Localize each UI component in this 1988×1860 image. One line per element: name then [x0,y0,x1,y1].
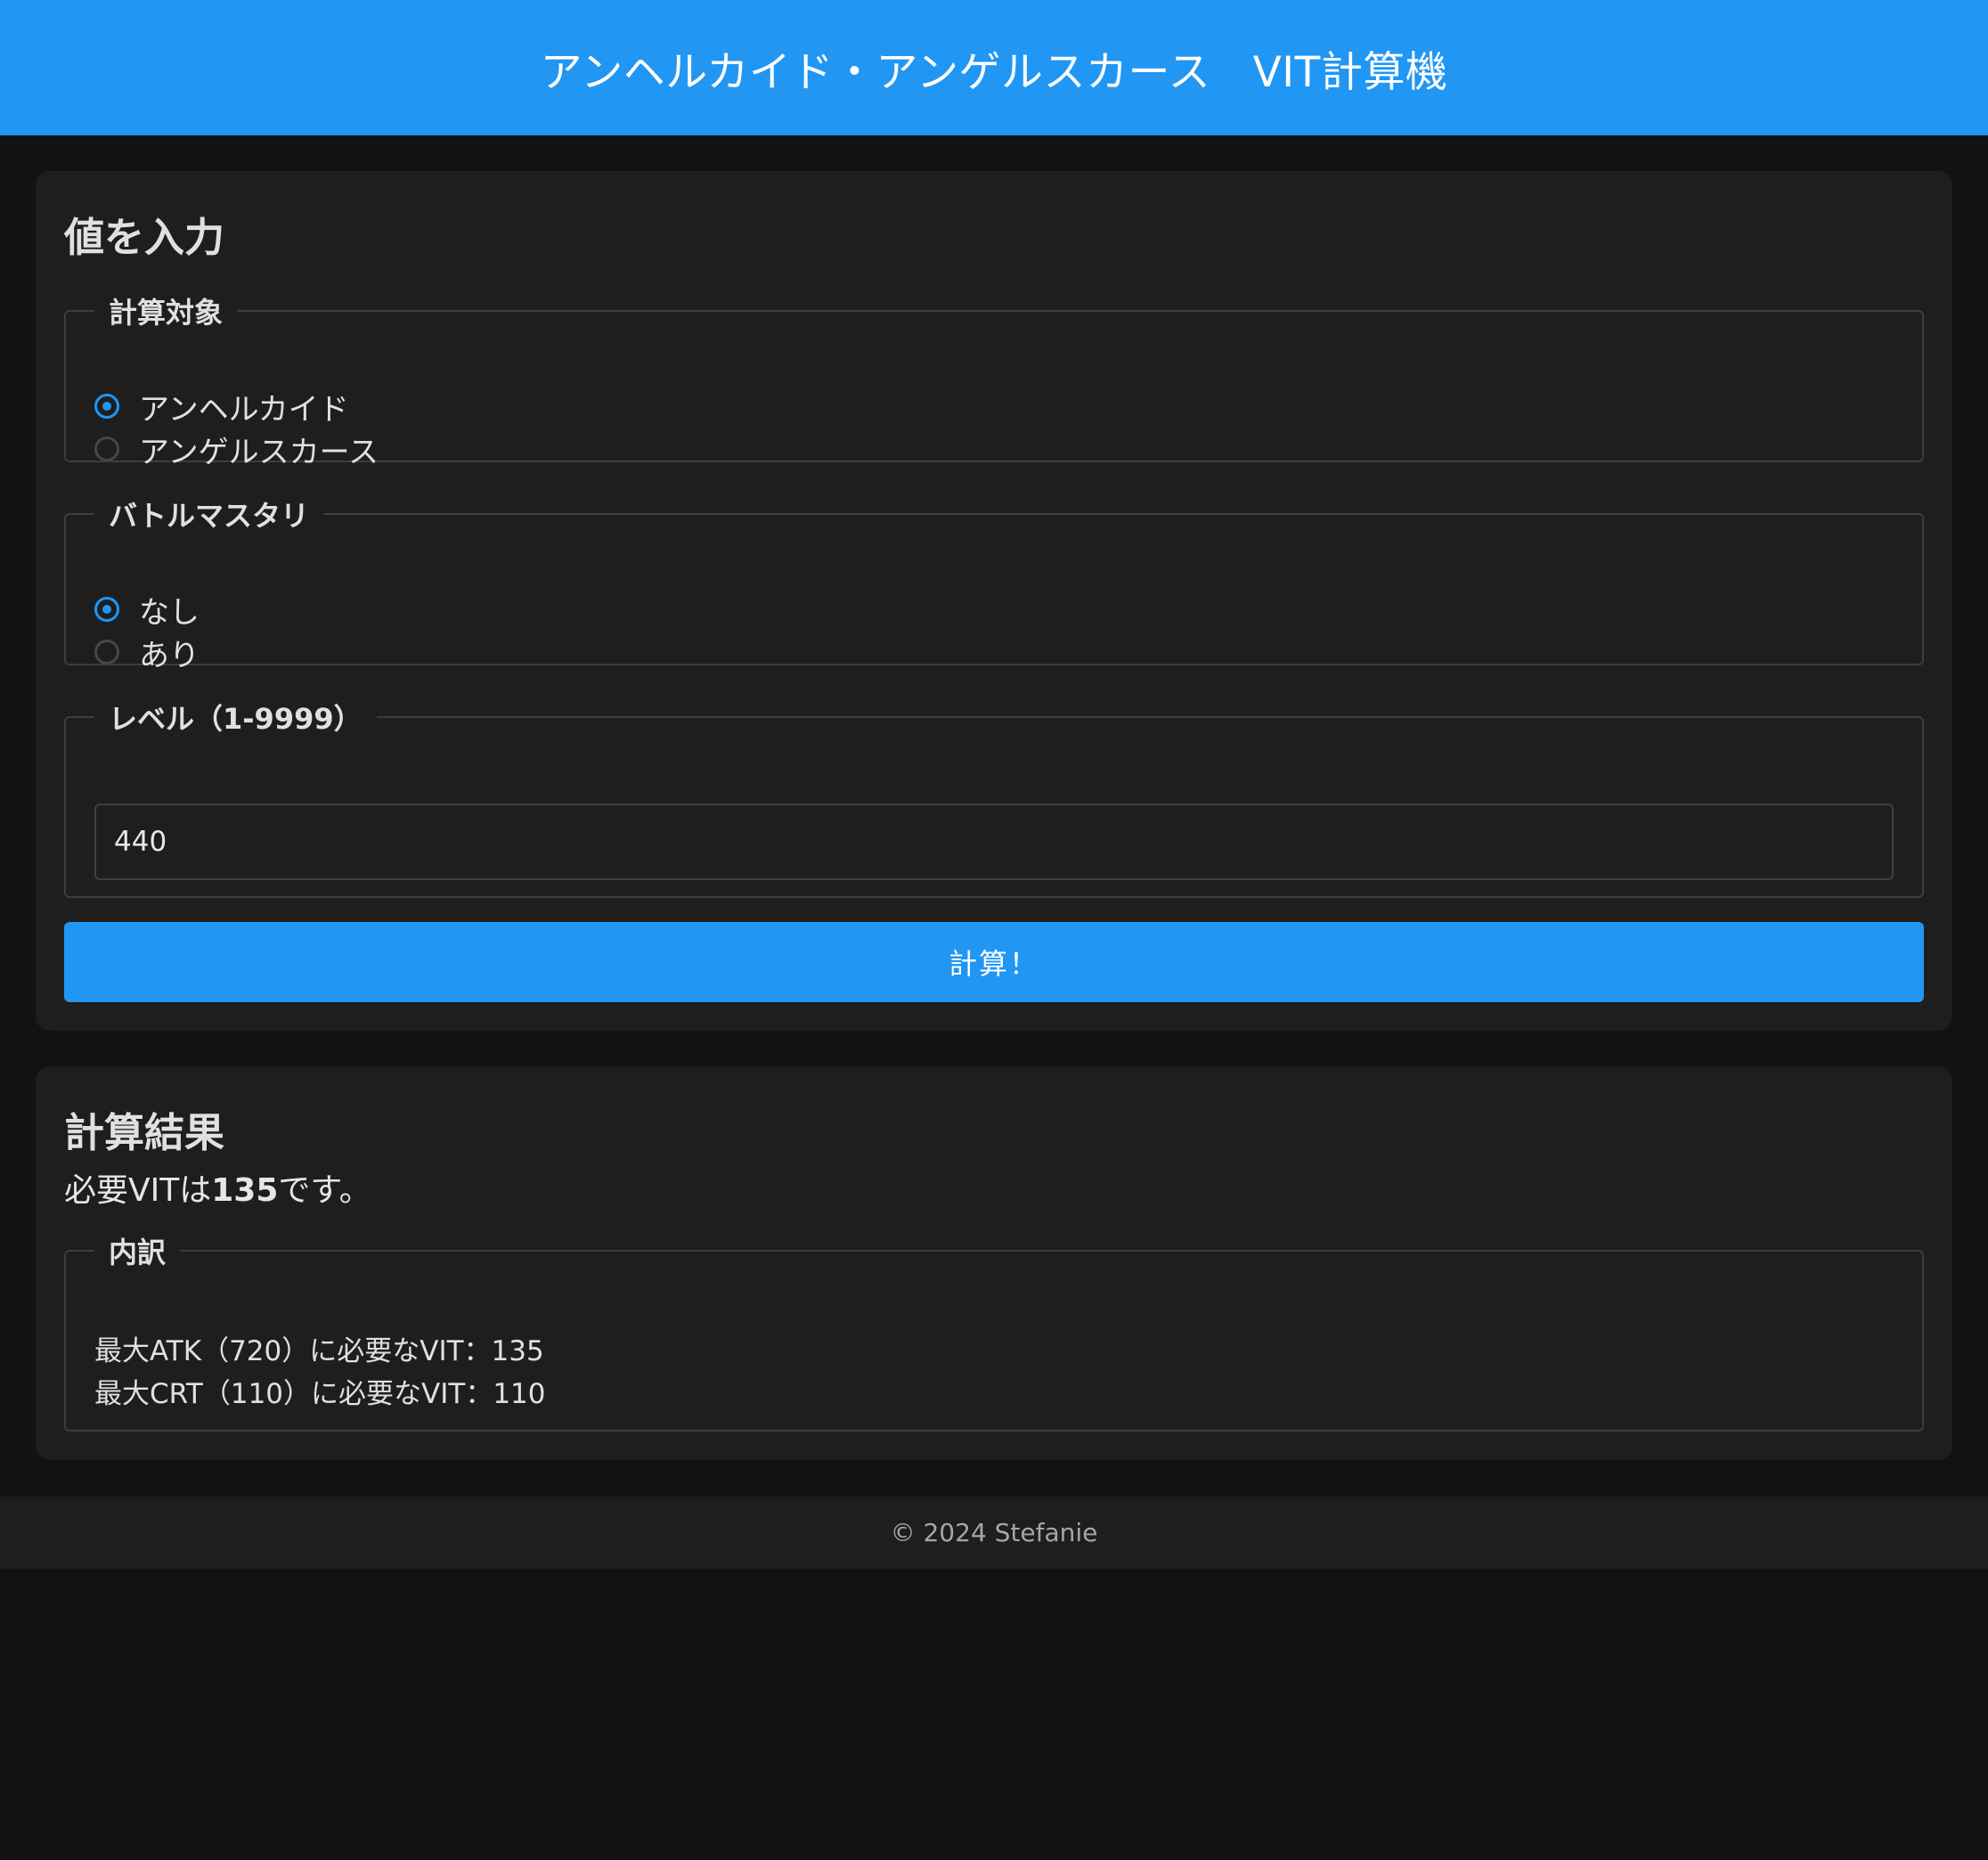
calculate-button[interactable]: 計算！ [64,922,1924,1002]
required-vit-value: 135 [211,1172,279,1209]
result-summary-prefix: 必要VITは [64,1172,212,1209]
page-title: アンヘルカイド・アンゲルスカース VIT計算機 [540,47,1448,97]
radio-label[interactable]: アンゲルスカース [139,428,379,471]
radio-target-angelscars[interactable]: アンゲルスカース [94,428,379,470]
level-legend: レベル（1-9999） [109,702,363,736]
battle-mastery-fieldset: バトルマスタリ なし あり [64,494,1924,673]
breakdown-crt: 最大CRT（110）に必要なVIT：110 [94,1378,546,1410]
breakdown-legend: 内訳 [109,1236,167,1269]
target-legend: 計算対象 [109,296,224,330]
radio-label[interactable]: あり [139,631,200,674]
footer: © 2024 Stefanie [0,1497,1988,1569]
app-header: アンヘルカイド・アンゲルスカース VIT計算機 [0,0,1988,135]
target-fieldset: 計算対象 アンヘルカイド アンゲルスカース [64,290,1924,470]
breakdown-atk: 最大ATK（720）に必要なVIT：135 [94,1335,544,1367]
copyright-text: © 2024 Stefanie [890,1518,1098,1547]
radio-button[interactable] [94,640,119,665]
result-summary: 必要VITは135です。 [64,1164,371,1211]
radio-button-checked[interactable] [94,394,119,419]
radio-battle-mastery-yes[interactable]: あり [94,631,200,673]
radio-button-checked[interactable] [94,597,119,622]
breakdown-fieldset: 内訳 最大ATK（720）に必要なVIT：135 最大CRT（110）に必要なV… [64,1230,1924,1432]
result-summary-suffix: です。 [278,1172,371,1209]
level-input[interactable] [94,804,1894,880]
radio-label[interactable]: なし [139,588,200,632]
level-fieldset: レベル（1-9999） [64,697,1924,898]
result-card-title: 計算結果 [64,1109,225,1156]
battle-mastery-legend: バトルマスタリ [109,499,309,533]
radio-target-anhelkaid[interactable]: アンヘルカイド [94,385,379,428]
input-card: 値を入力 計算対象 アンヘルカイド アンゲルスカース バトルマスタリ なし あり [36,171,1952,1031]
result-card: 計算結果 必要VITは135です。 内訳 最大ATK（720）に必要なVIT：1… [36,1066,1952,1460]
radio-button[interactable] [94,436,119,461]
radio-label[interactable]: アンヘルカイド [139,385,349,428]
radio-battle-mastery-none[interactable]: なし [94,588,200,631]
input-card-title: 値を入力 [64,214,225,261]
